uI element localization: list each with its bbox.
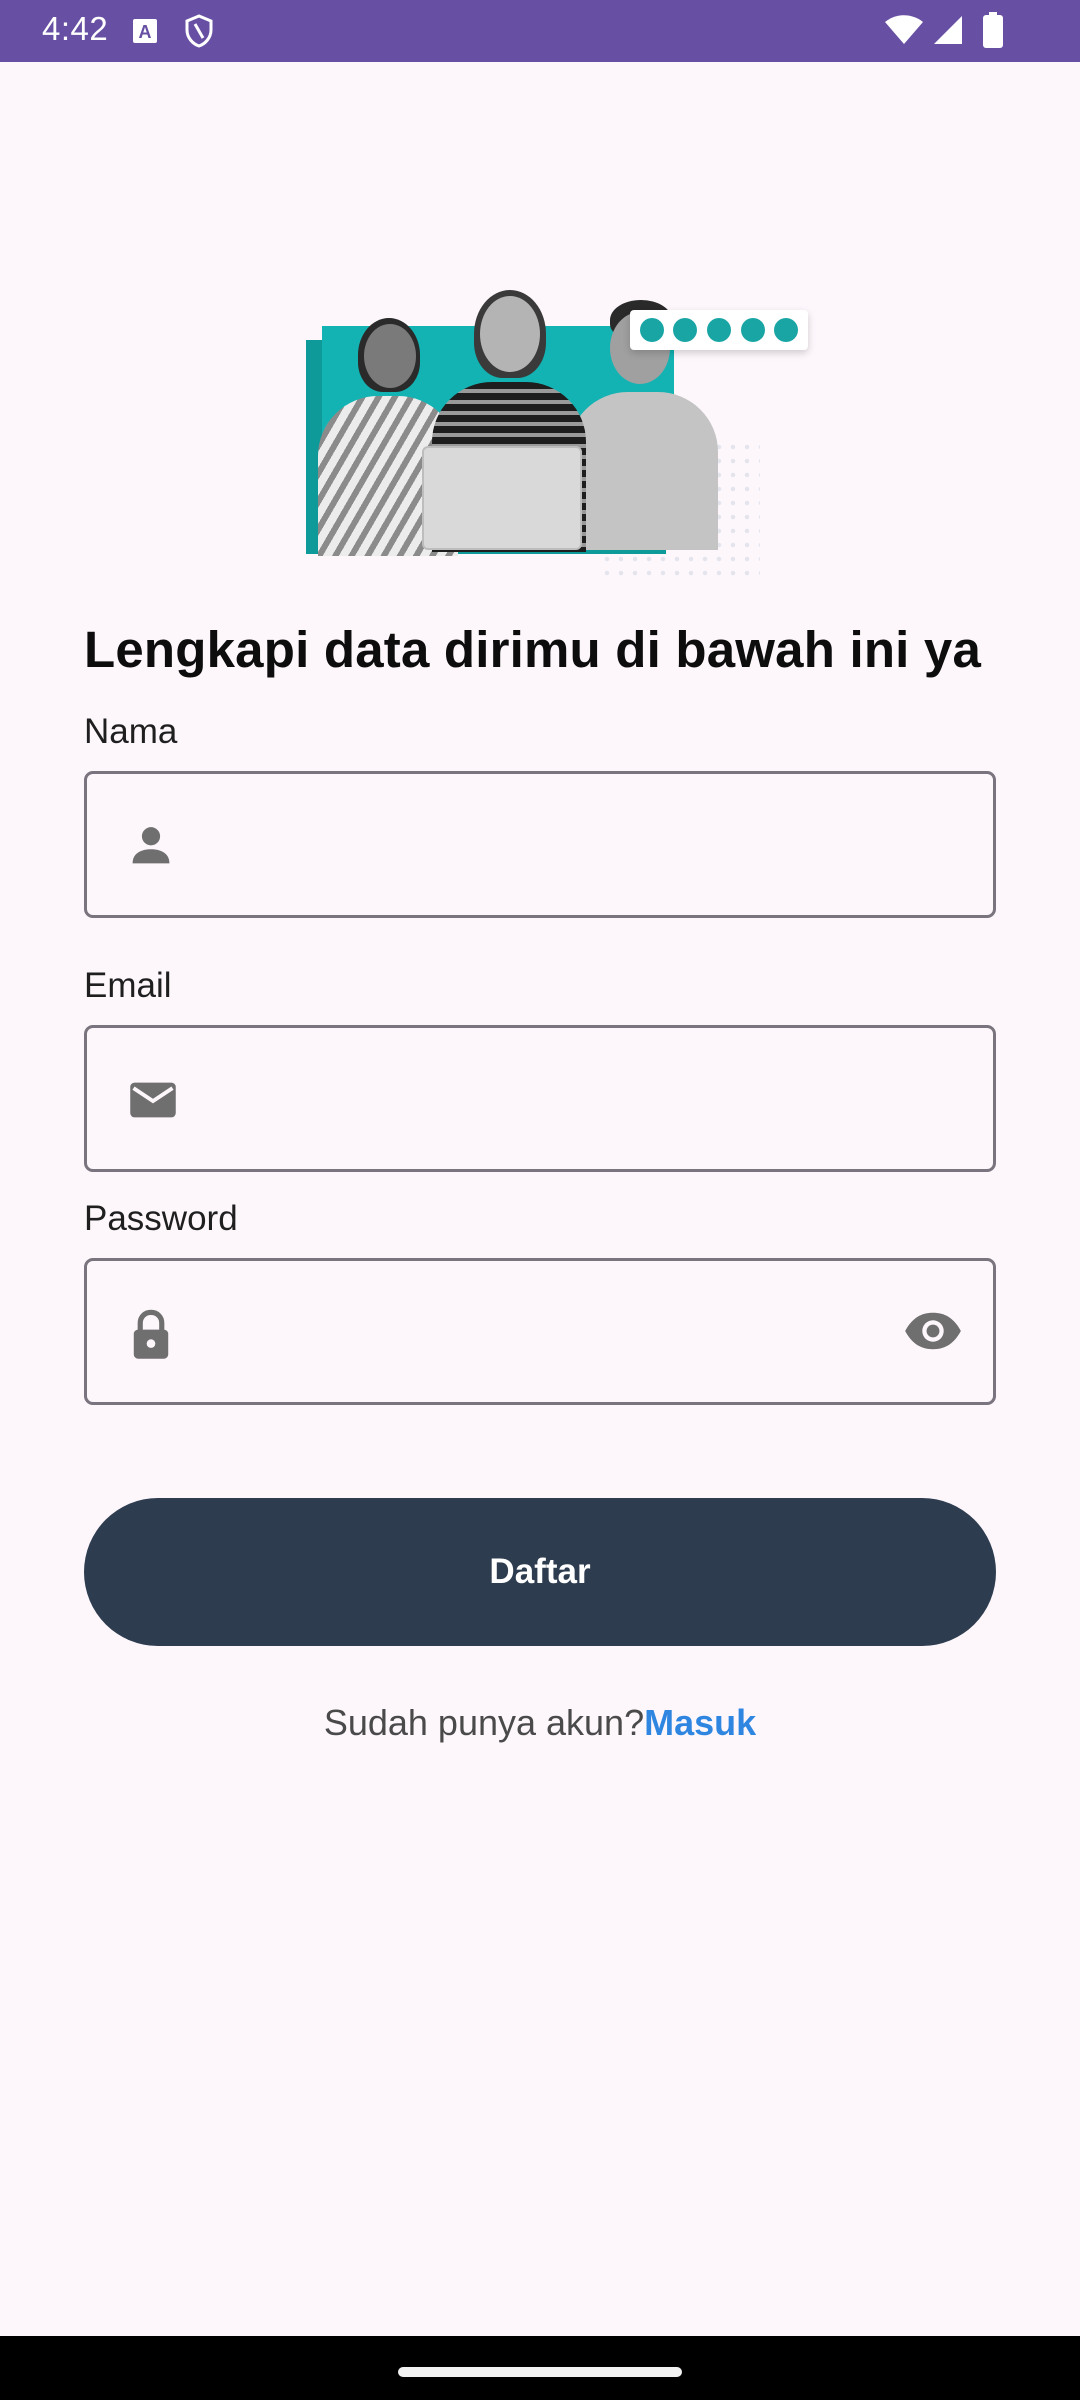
home-handle[interactable] (398, 2367, 682, 2377)
multi-platform-icon (740, 318, 765, 342)
android-icon (673, 318, 698, 342)
login-prompt-text: Sudah punya akun? (323, 1702, 645, 1743)
battery-icon (982, 12, 1004, 48)
wifi-icon (884, 14, 924, 46)
status-bar: 4:42 A (0, 0, 1080, 62)
platform-badges (630, 310, 808, 350)
login-prompt-row: Sudah punya akun?Masuk (0, 1702, 1080, 1744)
email-field[interactable] (84, 1025, 996, 1172)
login-link[interactable]: Masuk (644, 1702, 756, 1743)
name-input[interactable] (217, 774, 901, 917)
password-label: Password (84, 1199, 238, 1238)
shield-icon (184, 14, 214, 48)
svg-text:A: A (139, 22, 152, 42)
email-input[interactable] (217, 1028, 901, 1171)
password-field[interactable] (84, 1258, 996, 1405)
text-notification-icon: A (132, 18, 158, 44)
name-label: Nama (84, 712, 178, 751)
page-title: Lengkapi data dirimu di bawah ini ya (84, 621, 982, 678)
register-button[interactable]: Daftar (84, 1498, 996, 1646)
password-input[interactable] (217, 1261, 901, 1404)
email-icon (125, 1074, 177, 1126)
laptop (422, 446, 582, 550)
ios-icon (706, 318, 731, 342)
person-icon (125, 820, 177, 872)
eye-icon[interactable] (903, 1305, 963, 1357)
status-time: 4:42 (42, 10, 109, 47)
web-icon (774, 318, 799, 342)
signal-icon (932, 14, 964, 46)
lock-icon (125, 1307, 177, 1359)
hero-illustration (300, 280, 820, 580)
name-field[interactable] (84, 771, 996, 918)
code-icon (639, 318, 664, 342)
email-label: Email (84, 966, 172, 1005)
